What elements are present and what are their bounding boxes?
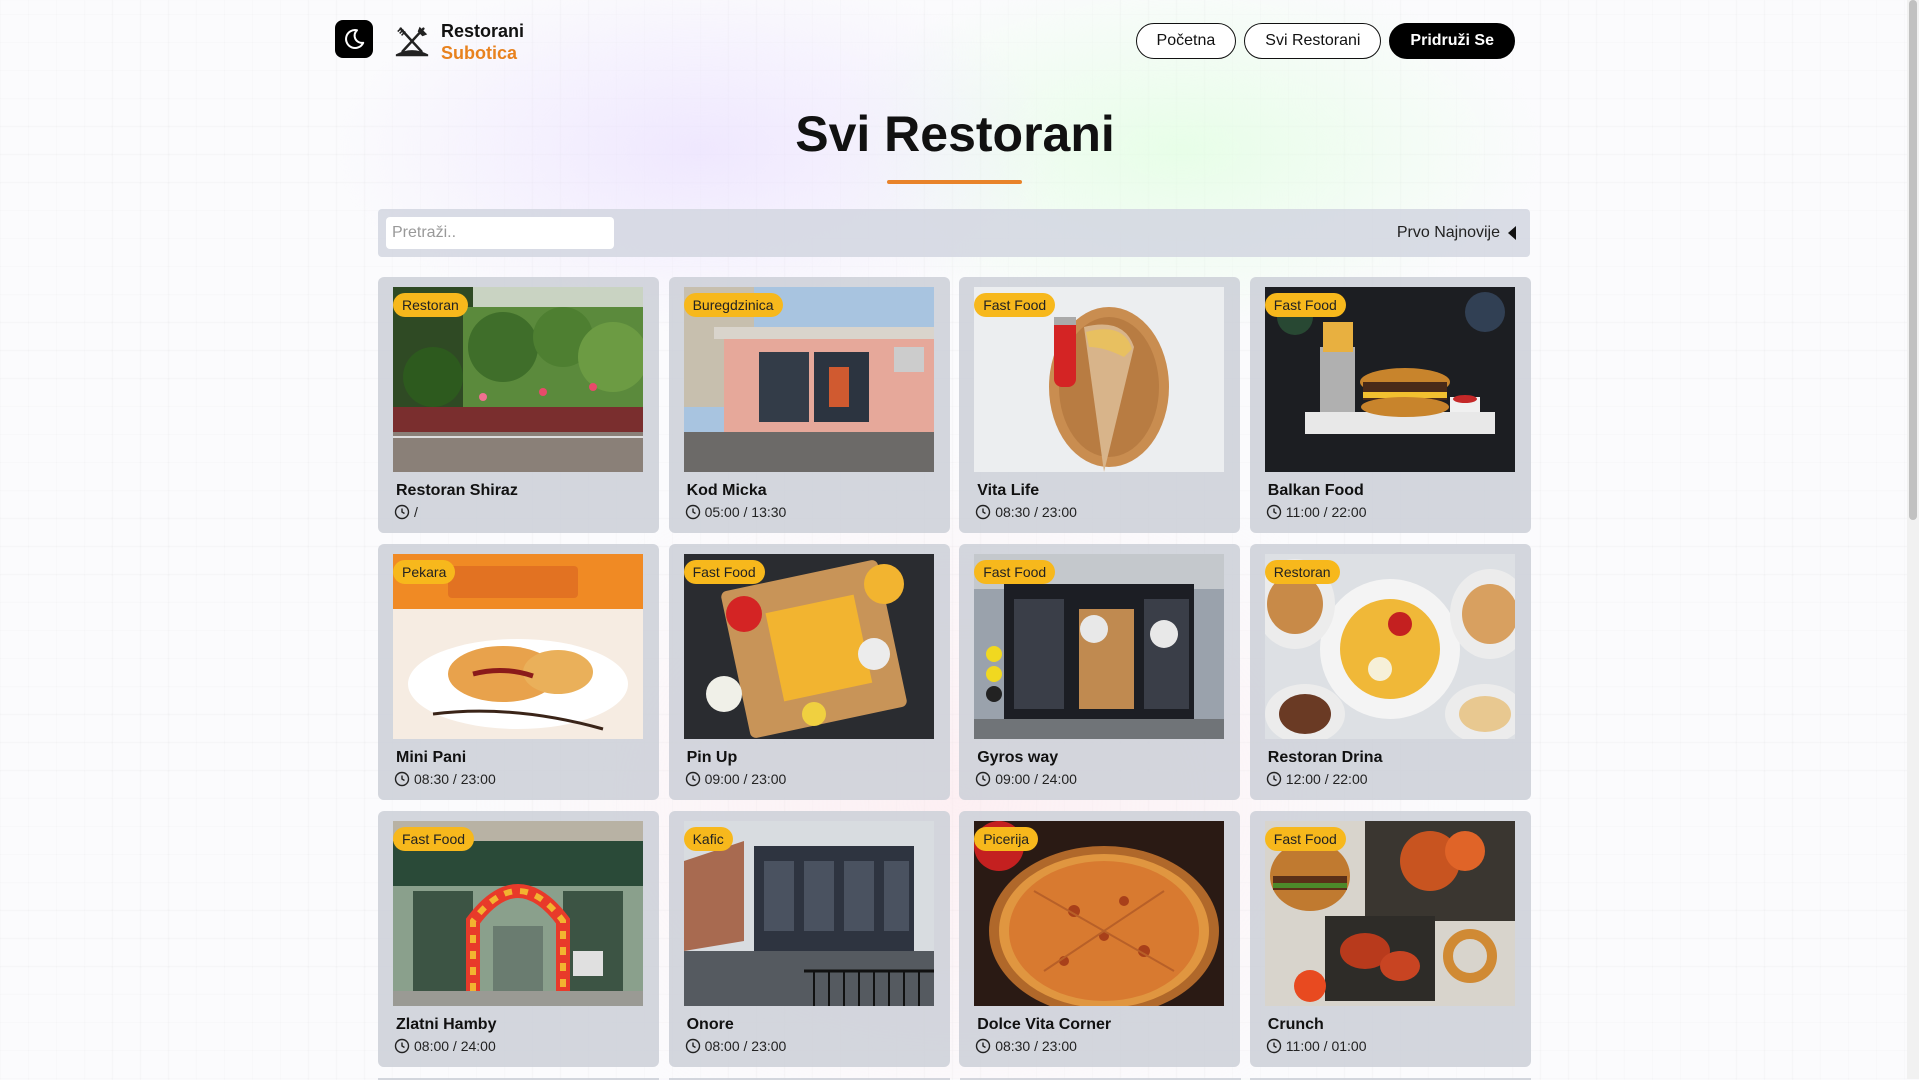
hours-text: 08:00 / 23:00: [704, 1038, 787, 1054]
clock-icon: [975, 771, 991, 787]
clock-icon: [1266, 504, 1281, 520]
category-badge: Restoran: [1264, 560, 1340, 584]
hours-text: 12:00 / 22:00: [1285, 771, 1368, 787]
hours-text: 09:00 / 23:00: [704, 771, 787, 787]
clock-icon: [394, 1038, 410, 1054]
opening-hours: 08:00 / 23:00: [685, 1038, 787, 1054]
opening-hours: 11:00 / 22:00: [1266, 504, 1367, 520]
fork-knife-icon: [395, 26, 429, 57]
category-badge: Fast Food: [974, 293, 1056, 317]
theme-toggle-button[interactable]: [335, 20, 373, 58]
restaurant-name: Onore: [686, 1016, 734, 1033]
opening-hours: 08:30 / 23:00: [394, 771, 496, 787]
restaurant-card[interactable]: Fast Food Vita Life 08:30 / 23:00: [959, 277, 1241, 533]
restaurant-grid: Restoran Restoran Shiraz / Buregdzinica …: [378, 277, 1531, 1067]
clock-icon: [1266, 771, 1281, 787]
nav-join-button[interactable]: Pridruži Se: [1389, 23, 1515, 59]
logo-subtitle: Subotica: [441, 43, 518, 63]
category-badge: Fast Food: [1264, 827, 1346, 851]
restaurant-card[interactable]: Fast Food Pin Up 09:00 / 23:00: [668, 544, 950, 800]
opening-hours: 11:00 / 01:00: [1266, 1038, 1367, 1054]
restaurant-card[interactable]: Pekara Mini Pani 08:30 / 23:00: [378, 544, 659, 800]
logo-title: Restorani: [441, 21, 525, 41]
restaurant-name: Restoran Drina: [1267, 749, 1383, 766]
restaurant-card[interactable]: Restoran Restoran Shiraz /: [378, 277, 659, 533]
restaurant-card[interactable]: Kafic Onore 08:00 / 23:00: [668, 811, 950, 1067]
hours-text: 11:00 / 01:00: [1285, 1038, 1367, 1054]
category-badge: Fast Food: [683, 560, 765, 584]
page-scrollbar[interactable]: [1907, 0, 1919, 1079]
opening-hours: 09:00 / 23:00: [685, 771, 787, 787]
restaurant-name: Dolce Vita Corner: [977, 1016, 1112, 1033]
category-badge: Kafic: [683, 827, 733, 851]
clock-icon: [394, 504, 410, 520]
opening-hours: 08:30 / 23:00: [975, 1038, 1077, 1054]
hours-text: 11:00 / 22:00: [1285, 504, 1367, 520]
category-badge: Fast Food: [974, 560, 1056, 584]
category-badge: Fast Food: [1264, 293, 1346, 317]
opening-hours: 05:00 / 13:30: [685, 504, 787, 520]
restaurant-card[interactable]: Fast Food Gyros way 09:00 / 24:00: [959, 544, 1241, 800]
restaurant-name: Kod Micka: [686, 482, 767, 499]
hours-text: 08:00 / 24:00: [414, 1038, 496, 1054]
sort-label: Prvo Najnovije: [1396, 224, 1500, 241]
restaurant-name: Pin Up: [686, 749, 738, 766]
page-title: Svi Restorani: [795, 106, 1115, 162]
title-underline: [887, 180, 1022, 184]
opening-hours: 12:00 / 22:00: [1266, 771, 1368, 787]
hours-text: 08:30 / 23:00: [995, 504, 1077, 520]
restaurant-name: Restoran Shiraz: [396, 482, 518, 499]
opening-hours: 08:30 / 23:00: [975, 504, 1077, 520]
filter-toolbar: Prvo Najnovije: [378, 209, 1530, 257]
category-badge: Pekara: [393, 560, 456, 584]
moon-icon: [345, 28, 365, 49]
search-input[interactable]: [386, 217, 614, 249]
clock-icon: [975, 504, 991, 520]
restaurant-name: Crunch: [1267, 1016, 1324, 1033]
restaurant-card[interactable]: Buregdzinica Kod Micka 05:00 / 13:30: [668, 277, 950, 533]
restaurant-card[interactable]: Fast Food Balkan Food 11:00 / 22:00: [1249, 277, 1531, 533]
clock-icon: [685, 504, 700, 520]
opening-hours: 09:00 / 24:00: [975, 771, 1077, 787]
clock-icon: [975, 1038, 991, 1054]
restaurant-card[interactable]: Picerija Dolce Vita Corner 08:30 / 23:00: [959, 811, 1241, 1067]
restaurant-name: Mini Pani: [396, 749, 467, 766]
hours-text: 08:30 / 23:00: [414, 771, 496, 787]
main-nav: Početna Svi Restorani Pridruži Se: [1135, 23, 1515, 59]
nav-all-restaurants-button[interactable]: Svi Restorani: [1244, 23, 1382, 59]
scrollbar-thumb[interactable]: [1909, 0, 1917, 520]
clock-icon: [685, 1038, 700, 1054]
hours-text: 08:30 / 23:00: [995, 1038, 1077, 1054]
category-badge: Restoran: [393, 293, 468, 317]
opening-hours: /: [394, 504, 418, 520]
restaurant-name: Vita Life: [977, 482, 1040, 499]
header: Restorani Subotica Početna Svi Restorani…: [335, 20, 1515, 64]
restaurant-card[interactable]: Fast Food Zlatni Hamby 08:00 / 24:00: [378, 811, 659, 1067]
hours-text: 05:00 / 13:30: [704, 504, 787, 520]
clock-icon: [685, 771, 700, 787]
restaurant-name: Balkan Food: [1267, 482, 1364, 499]
restaurant-card[interactable]: Restoran Restoran Drina 12:00 / 22:00: [1249, 544, 1531, 800]
category-badge: Fast Food: [393, 827, 475, 851]
restaurant-name: Gyros way: [977, 749, 1059, 766]
nav-home-button[interactable]: Početna: [1135, 23, 1237, 59]
caret-left-icon: [1508, 226, 1516, 240]
logo-link[interactable]: Restorani Subotica: [393, 20, 524, 64]
restaurant-card[interactable]: Fast Food Crunch 11:00 / 01:00: [1249, 811, 1531, 1067]
clock-icon: [1266, 1038, 1281, 1054]
clock-icon: [394, 771, 410, 787]
hours-text: 09:00 / 24:00: [995, 771, 1077, 787]
restaurant-name: Zlatni Hamby: [396, 1016, 497, 1033]
opening-hours: 08:00 / 24:00: [394, 1038, 496, 1054]
hours-text: /: [414, 504, 418, 520]
sort-dropdown[interactable]: Prvo Najnovije: [1397, 209, 1516, 257]
category-badge: Picerija: [974, 827, 1039, 851]
category-badge: Buregdzinica: [683, 293, 783, 317]
